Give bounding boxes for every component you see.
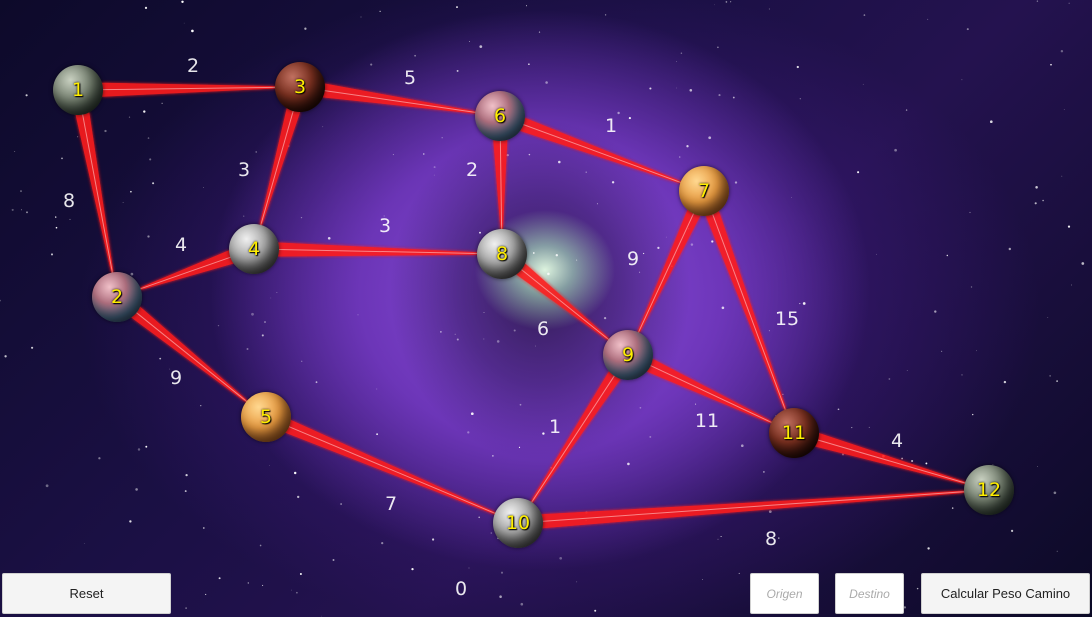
origin-input-container — [750, 573, 819, 614]
planet-node-label: 9 — [621, 344, 635, 366]
edge-weight-1-3: 2 — [186, 55, 200, 77]
edge-4-8 — [277, 242, 478, 257]
planet-node-12[interactable]: 12 — [964, 465, 1014, 515]
planet-node-10[interactable]: 10 — [493, 498, 543, 548]
edge-core — [637, 212, 695, 334]
edge-weight-7-11: 15 — [774, 308, 800, 330]
planet-node-11[interactable]: 11 — [769, 408, 819, 458]
edge-weight-3-6: 5 — [403, 67, 417, 89]
planet-node-7[interactable]: 7 — [679, 166, 729, 216]
edge-weight-1-2: 8 — [62, 190, 76, 212]
path-weight-result: 0 — [454, 578, 468, 600]
edge-core — [323, 89, 477, 114]
edge-weight-10-12: 8 — [764, 528, 778, 550]
edge-weight-3-4: 3 — [237, 159, 251, 181]
edge-weight-5-10: 7 — [384, 493, 398, 515]
edge-core — [81, 113, 114, 274]
planet-node-label: 10 — [505, 512, 531, 534]
graph-edges — [75, 82, 967, 529]
edge-weight-9-11: 11 — [694, 410, 720, 432]
planet-node-1[interactable]: 1 — [53, 65, 103, 115]
edge-core — [520, 268, 610, 341]
edge-weight-8-9: 6 — [536, 318, 550, 340]
planet-node-9[interactable]: 9 — [603, 330, 653, 380]
destination-input-container — [835, 573, 904, 614]
planet-node-label: 2 — [110, 286, 124, 308]
planet-node-label: 5 — [259, 406, 273, 428]
edge-core — [260, 109, 294, 227]
edge-weight-4-2: 4 — [174, 234, 188, 256]
planet-node-8[interactable]: 8 — [477, 229, 527, 279]
planet-node-label: 7 — [697, 180, 711, 202]
planet-node-3[interactable]: 3 — [275, 62, 325, 112]
edge-weight-4-8: 3 — [378, 215, 392, 237]
planet-node-label: 6 — [493, 105, 507, 127]
edge-core — [541, 491, 966, 522]
edge-core — [522, 123, 682, 184]
edge-core — [135, 311, 248, 403]
planet-node-6[interactable]: 6 — [475, 91, 525, 141]
planet-node-2[interactable]: 2 — [92, 272, 142, 322]
edge-weight-11-12: 4 — [890, 430, 904, 452]
edge-weight-6-8: 2 — [465, 159, 479, 181]
planet-node-4[interactable]: 4 — [229, 224, 279, 274]
edge-weight-9-10: 1 — [548, 416, 562, 438]
planet-node-label: 4 — [247, 238, 261, 260]
edge-core — [530, 374, 616, 504]
edge-weight-2-5: 9 — [169, 367, 183, 389]
planet-node-label: 1 — [71, 79, 85, 101]
space-background: 2 8 5 3 4 3 1 2 9 15 6 9 1 11 7 4 8 1 2 3 4 5 6 7 8 9 10 11 12 0 Re… — [0, 0, 1092, 617]
planet-node-label: 11 — [781, 422, 807, 444]
reset-button[interactable]: Reset — [2, 573, 171, 614]
edge-core — [139, 256, 232, 290]
planet-node-5[interactable]: 5 — [241, 392, 291, 442]
planet-node-label: 8 — [495, 243, 509, 265]
planet-node-label: 12 — [976, 479, 1002, 501]
planet-node-label: 3 — [293, 76, 307, 98]
edge-weight-7-9: 9 — [626, 248, 640, 270]
destination-input[interactable] — [836, 573, 903, 614]
edge-weight-6-7: 1 — [604, 115, 618, 137]
origin-input[interactable] — [751, 573, 818, 614]
calculate-path-weight-button[interactable]: Calcular Peso Camino — [921, 573, 1090, 614]
